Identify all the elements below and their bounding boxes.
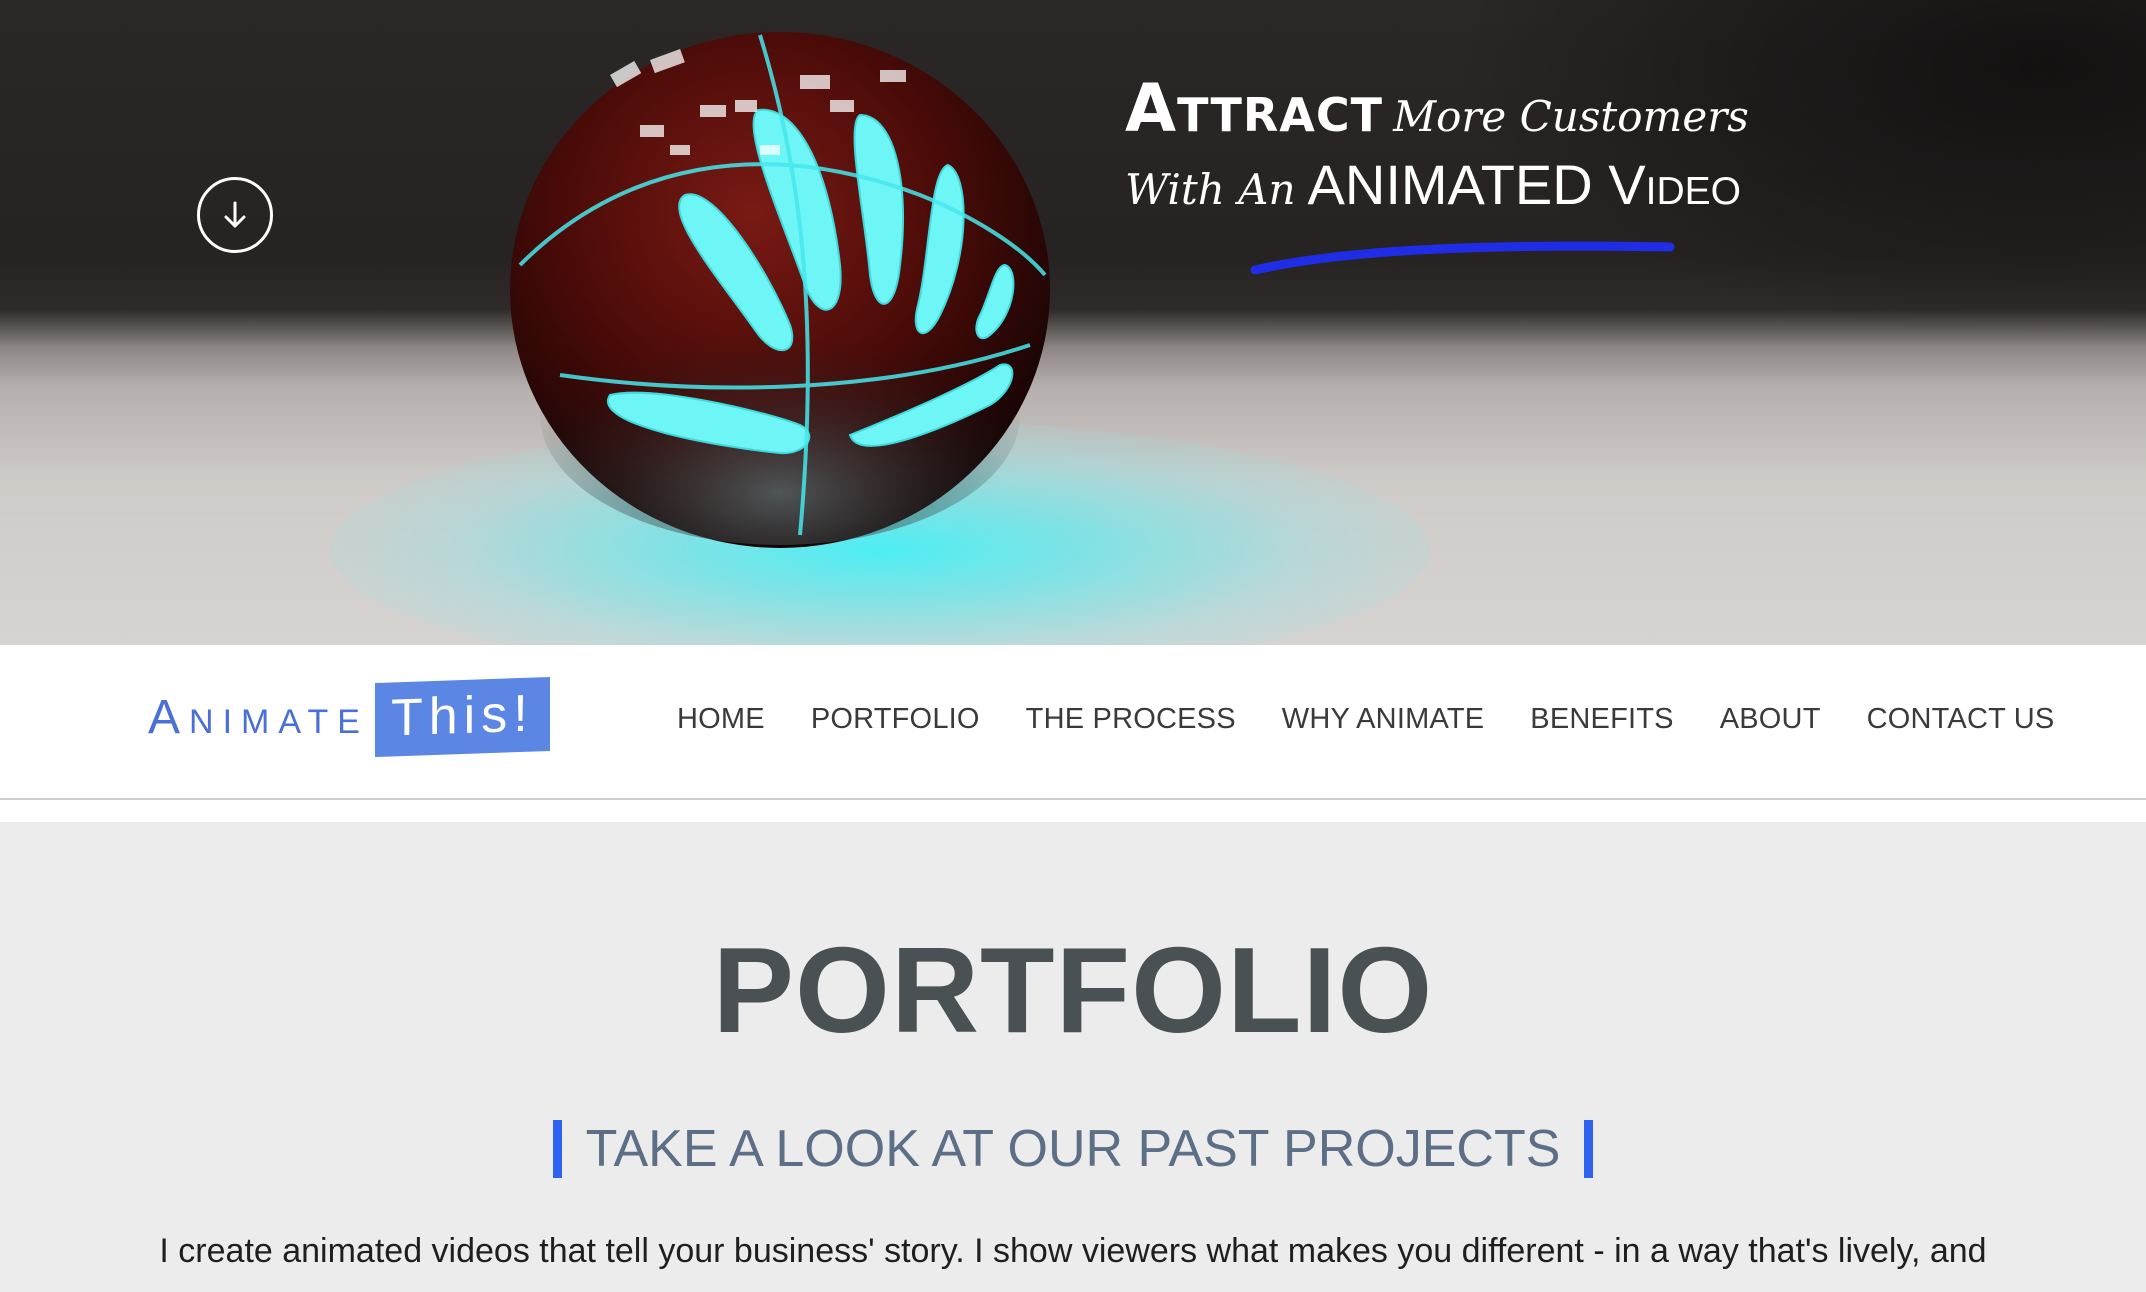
headline-script-1: More Customers xyxy=(1393,92,1749,141)
nav-item-home[interactable]: HOME xyxy=(677,703,765,736)
logo-this-text: This! xyxy=(374,676,550,758)
nav-item-about[interactable]: ABOUT xyxy=(1720,703,1821,736)
glowing-orb-illustration xyxy=(510,32,1050,548)
portfolio-subtitle-wrap: TAKE A LOOK AT OUR PAST PROJECTS xyxy=(0,1120,2146,1178)
main-nav: HOME PORTFOLIO THE PROCESS WHY ANIMATE B… xyxy=(677,703,2054,736)
headline-bold-word: Attract xyxy=(1125,70,1384,147)
headline-script-2: With An xyxy=(1125,165,1296,214)
portfolio-title: PORTFOLIO xyxy=(712,922,1434,1058)
portfolio-subtitle: TAKE A LOOK AT OUR PAST PROJECTS xyxy=(552,1120,1594,1178)
hero-banner: Attract More Customers With An ANIMATED Vi… xyxy=(0,0,2146,645)
page: Attract More Customers With An ANIMATED Vi… xyxy=(0,0,2146,1292)
portfolio-section: PORTFOLIO TAKE A LOOK AT OUR PAST PROJEC… xyxy=(0,822,2146,1292)
site-header: Animate This! HOME PORTFOLIO THE PROCESS… xyxy=(0,645,2146,800)
header-spacer xyxy=(0,800,2146,822)
arrow-down-icon xyxy=(224,201,246,228)
portfolio-intro-text: I create animated videos that tell your … xyxy=(159,1232,1987,1270)
nav-item-portfolio[interactable]: PORTFOLIO xyxy=(811,703,980,736)
hero-headline: Attract More Customers With An ANIMATED Vi… xyxy=(1125,70,1885,232)
headline-underline-swoosh xyxy=(1250,241,1675,275)
logo-animate-text: Animate xyxy=(148,690,369,744)
nav-item-why-animate[interactable]: WHY ANIMATE xyxy=(1282,703,1485,736)
scroll-down-button[interactable] xyxy=(197,177,273,253)
headline-caps: ANIMATED Video xyxy=(1307,153,1741,216)
nav-item-benefits[interactable]: BENEFITS xyxy=(1530,703,1673,736)
nav-item-contact-us[interactable]: CONTACT US xyxy=(1867,703,2055,736)
nav-item-the-process[interactable]: THE PROCESS xyxy=(1026,703,1236,736)
site-logo[interactable]: Animate This! xyxy=(148,676,550,758)
